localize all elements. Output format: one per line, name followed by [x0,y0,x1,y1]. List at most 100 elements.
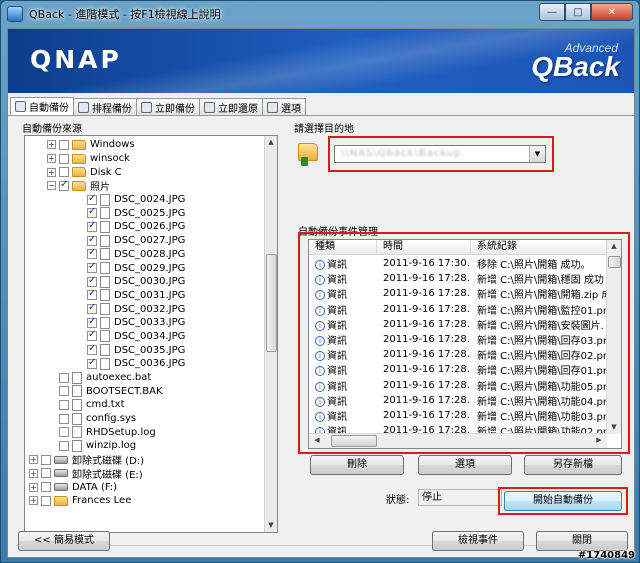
tree-item[interactable]: DSC_0033.JPG [25,316,265,330]
scroll-down-icon[interactable]: ▼ [265,519,277,532]
tree-item-checkbox[interactable] [41,482,51,493]
minimize-button[interactable]: — [539,3,565,21]
event-row[interactable]: i 資訊 2011-9-16 17:28... 新增 C:\照片\開箱\穩固 成功 [309,271,607,286]
column-message[interactable]: 系統紀錄 [471,240,607,255]
tree-scroll-thumb[interactable] [266,254,277,352]
tree-item-checkbox[interactable] [59,386,69,397]
tree-item-checkbox[interactable] [87,357,97,369]
event-row[interactable]: i 資訊 2011-9-16 17:28... 新增 C:\照片\開箱\回存02.pn [309,347,607,362]
tree-item-checkbox[interactable] [41,495,51,506]
tree-item[interactable]: cmd.txt [25,398,265,412]
expand-toggle-icon[interactable]: + [47,167,56,177]
tab-scheduled-backup[interactable]: 排程備份 [73,98,137,115]
tree-item[interactable]: DSC_0030.JPG [25,275,265,289]
event-row[interactable]: i 資訊 2011-9-16 17:28... 新增 C:\照片\開箱\功能03.pn [309,408,607,423]
scroll-left-icon[interactable]: ◀ [311,434,323,447]
chevron-down-icon[interactable]: ▼ [529,146,545,162]
tree-item[interactable]: DSC_0025.JPG [25,206,265,220]
scroll-up-icon[interactable]: ▲ [265,136,277,149]
destination-select[interactable]: \\NAS\Qback\Backup ▼ [334,145,546,163]
expand-toggle-icon[interactable]: + [29,455,38,465]
tree-scrollbar[interactable]: ▲ ▼ [264,136,277,532]
event-row[interactable]: i 資訊 2011-9-16 17:28... 新增 C:\照片\開箱\回存03.pn [309,332,607,347]
log-horizontal-scrollbar[interactable]: ◀ ▶ [309,433,607,448]
expand-toggle-icon[interactable]: + [29,496,38,506]
tree-item-checkbox[interactable] [59,167,69,178]
expand-toggle-icon[interactable]: + [29,482,38,492]
log-hscroll-thumb[interactable] [331,435,377,447]
maximize-button[interactable]: □ [565,3,591,21]
scroll-down-icon[interactable]: ▼ [607,421,621,434]
tree-item[interactable]: + 卸除式磁碟 (D:) [25,453,265,467]
tree-item-checkbox[interactable] [87,316,97,328]
simple-mode-button[interactable]: << 簡易模式 [18,531,110,551]
log-scroll-thumb[interactable] [608,256,621,268]
tree-item[interactable]: DSC_0024.JPG [25,193,265,207]
close-window-button[interactable]: ✕ [591,3,633,21]
tree-item[interactable]: RHDSetup.log [25,425,265,439]
event-row[interactable]: i 資訊 2011-9-16 17:28... 新增 C:\照片\開箱\功能05.pn [309,378,607,393]
save-as-button[interactable]: 另存新檔 [524,455,622,475]
scroll-up-icon[interactable]: ▲ [607,240,621,253]
event-row[interactable]: i 資訊 2011-9-16 17:28... 新增 C:\照片\開箱\監控01.pn [309,302,607,317]
tab-options[interactable]: 選項 [262,98,306,115]
log-options-button[interactable]: 選項 [418,455,512,475]
tree-item[interactable]: DSC_0034.JPG [25,329,265,344]
tree-item[interactable]: autoexec.bat [25,371,265,385]
tree-item-checkbox[interactable] [59,399,69,410]
event-row[interactable]: i 資訊 2011-9-16 17:28... 新增 C:\照片\開箱\開箱.zip … [309,286,607,301]
title-bar[interactable]: QBack - 進階模式 - 按F1檢視線上說明 — □ ✕ [1,1,639,27]
tree-item[interactable]: DSC_0029.JPG [25,261,265,275]
tree-item[interactable]: config.sys [25,412,265,426]
expand-toggle-icon[interactable]: + [47,154,56,164]
tree-item[interactable]: DSC_0036.JPG [25,357,265,371]
tree-item[interactable]: DSC_0031.JPG [25,288,265,303]
tree-item-checkbox[interactable] [87,275,97,287]
tree-item-checkbox[interactable] [59,413,69,424]
tree-item-checkbox[interactable] [87,329,97,342]
tree-item[interactable]: DSC_0026.JPG [25,220,265,234]
tree-item-checkbox[interactable] [59,440,69,451]
tree-item[interactable]: + 卸除式磁碟 (E:) [25,467,265,481]
tree-item[interactable]: winzip.log [25,439,265,453]
delete-button[interactable]: 刪除 [310,455,404,475]
tree-item[interactable]: DSC_0032.JPG [25,302,265,316]
tree-item-checkbox[interactable] [87,220,97,232]
expand-toggle-icon[interactable]: + [47,140,56,150]
tree-item-checkbox[interactable] [87,247,97,260]
tab-auto-backup[interactable]: 自動備份 [10,97,74,115]
tab-instant-restore[interactable]: 立即還原 [199,98,263,115]
column-type[interactable]: 種類 [309,240,377,255]
close-button[interactable]: 關閉 [536,531,628,551]
expand-toggle-icon[interactable]: + [29,468,38,478]
event-row[interactable]: i 資訊 2011-9-16 17:28... 新增 C:\照片\開箱\回存01.pn [309,362,607,377]
tree-item[interactable]: + Frances Lee [25,494,265,508]
tree-item-checkbox[interactable] [87,343,97,356]
tree-item-checkbox[interactable] [87,302,97,315]
tree-item[interactable]: DSC_0035.JPG [25,343,265,357]
tree-item-checkbox[interactable] [87,288,97,301]
tree-item[interactable]: + Windows [25,138,265,152]
tree-item-checkbox[interactable] [87,234,97,246]
tree-item[interactable]: − 照片 [25,179,265,193]
tree-item[interactable]: + winsock [25,152,265,166]
event-log-list[interactable]: 種類 時間 系統紀錄 i 資訊 2011-9-16 17:30... 移除 C:\照片… [308,239,622,449]
tree-item[interactable]: + DATA (F:) [25,480,265,494]
tree-item-checkbox[interactable] [41,468,51,479]
event-row[interactable]: i 資訊 2011-9-16 17:28... 新增 C:\照片\開箱\功能04.pn [309,393,607,408]
expand-toggle-icon[interactable]: − [47,181,56,191]
view-events-button[interactable]: 檢視事件 [432,531,524,551]
tree-item[interactable]: DSC_0028.JPG [25,247,265,262]
tree-item-checkbox[interactable] [87,206,97,219]
scroll-right-icon[interactable]: ▶ [593,434,605,447]
tree-item-checkbox[interactable] [59,139,69,150]
tree-item-checkbox[interactable] [87,261,97,274]
event-row[interactable]: i 資訊 2011-9-16 17:30... 移除 C:\照片\開箱 成功。 [309,256,607,271]
tree-item-checkbox[interactable] [59,372,69,383]
log-vertical-scrollbar[interactable]: ▲ ▼ [606,240,621,434]
tab-instant-backup[interactable]: 立即備份 [136,98,200,115]
tree-item-checkbox[interactable] [59,179,69,191]
source-tree[interactable]: +Windows+winsock+Disk C−照片DSC_0024.JPGDS… [24,135,278,533]
tree-item-checkbox[interactable] [59,153,69,164]
tree-item-checkbox[interactable] [87,193,97,205]
